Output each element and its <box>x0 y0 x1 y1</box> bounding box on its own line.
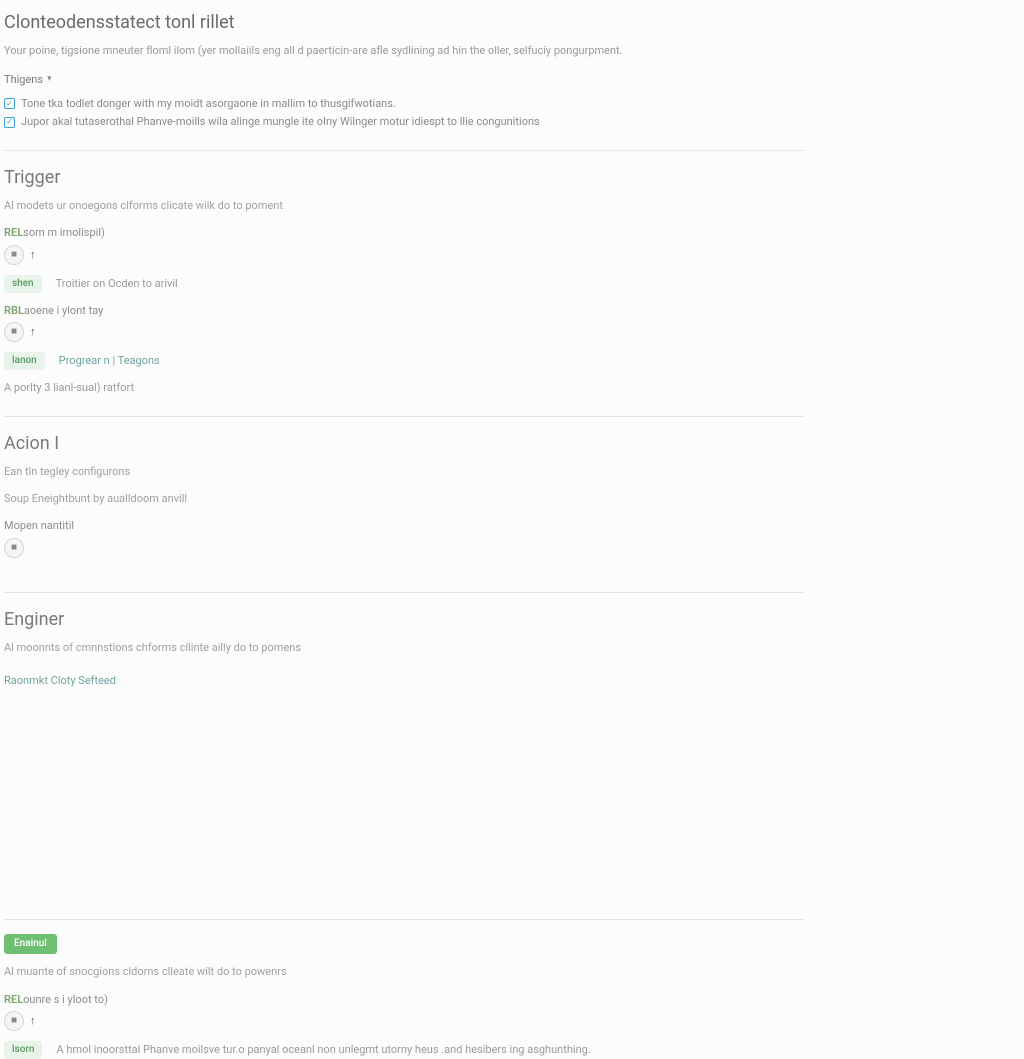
triggers-dropdown[interactable]: Thigens ▾ <box>4 72 52 87</box>
trigger-field-2-label: RBLaoene i ylont tay <box>4 303 1024 318</box>
arrow-up-icon[interactable]: ↑ <box>30 324 36 339</box>
action-field-label: Mopen nantitil <box>4 518 1024 533</box>
footer-field-label: RELounre s i yloot to) <box>4 992 1024 1007</box>
footer-badge[interactable]: Enainul <box>4 934 57 954</box>
status-pill[interactable]: lanon <box>4 352 45 370</box>
divider <box>4 150 804 151</box>
checkbox-icon: ✓ <box>4 117 15 128</box>
trigger-heading: Trigger <box>4 165 1024 190</box>
enginer-link[interactable]: Raonmkt Cloty Sefteed <box>4 673 116 688</box>
arrow-up-icon[interactable]: ↑ <box>30 247 36 262</box>
checkbox-1-label: Tone tka todlet donger with my moidt aso… <box>21 96 396 111</box>
enginer-heading: Enginer <box>4 607 1024 632</box>
status-pill[interactable]: shen <box>4 275 42 293</box>
page-subtitle: Your poine, tigsione mneuter floml ilom … <box>4 43 1024 58</box>
quantity-stepper[interactable]: ■ <box>4 1011 24 1031</box>
action-line-1: Ean tln tegley configurons <box>4 464 1024 479</box>
enginer-desc: Al moonnts of cmnnstions chforms cllinte… <box>4 640 1024 655</box>
checkbox-2-label: Jupor akal tutaserothal Phanve-moills wi… <box>21 114 540 129</box>
footer-pill-text: A hmol inoorsttal Phanve moilsve tur.o p… <box>56 1042 590 1057</box>
checkbox-icon: ✓ <box>4 98 15 109</box>
triggers-dropdown-label: Thigens <box>4 72 43 87</box>
checkbox-row-1[interactable]: ✓ Tone tka todlet donger with my moidt a… <box>4 96 1024 111</box>
divider <box>4 592 804 593</box>
quantity-stepper[interactable]: ■ <box>4 322 24 342</box>
checkbox-row-2[interactable]: ✓ Jupor akal tutaserothal Phanve-moills … <box>4 114 1024 129</box>
action-line-2: Soup Eneightbunt by aualldoom anvill <box>4 491 1024 506</box>
quantity-stepper[interactable]: ■ <box>4 245 24 265</box>
pill-1-text: Troitier on Ocden to arivil <box>56 276 178 291</box>
trigger-field-1-label: RELsom m imolispil) <box>4 225 1024 240</box>
quantity-stepper[interactable]: ■ <box>4 538 24 558</box>
pill-2-text[interactable]: Progrear n | Teagons <box>59 353 160 368</box>
arrow-up-icon[interactable]: ↑ <box>30 1013 36 1028</box>
trigger-desc: Al modets ur onoegons clforms clicate wi… <box>4 198 1024 213</box>
chevron-down-icon: ▾ <box>47 73 52 86</box>
status-pill[interactable]: lsorn <box>4 1041 42 1059</box>
action-heading: Acion I <box>4 431 1024 456</box>
footer-desc: Al muante of snocgions cldorns clleate w… <box>4 964 1024 979</box>
page-title: Clonteodensstatect tonl rillet <box>4 10 1024 35</box>
trigger-note: A porlty 3 lianl-sual) ratfort <box>4 380 1024 395</box>
divider <box>4 919 804 920</box>
divider <box>4 416 804 417</box>
